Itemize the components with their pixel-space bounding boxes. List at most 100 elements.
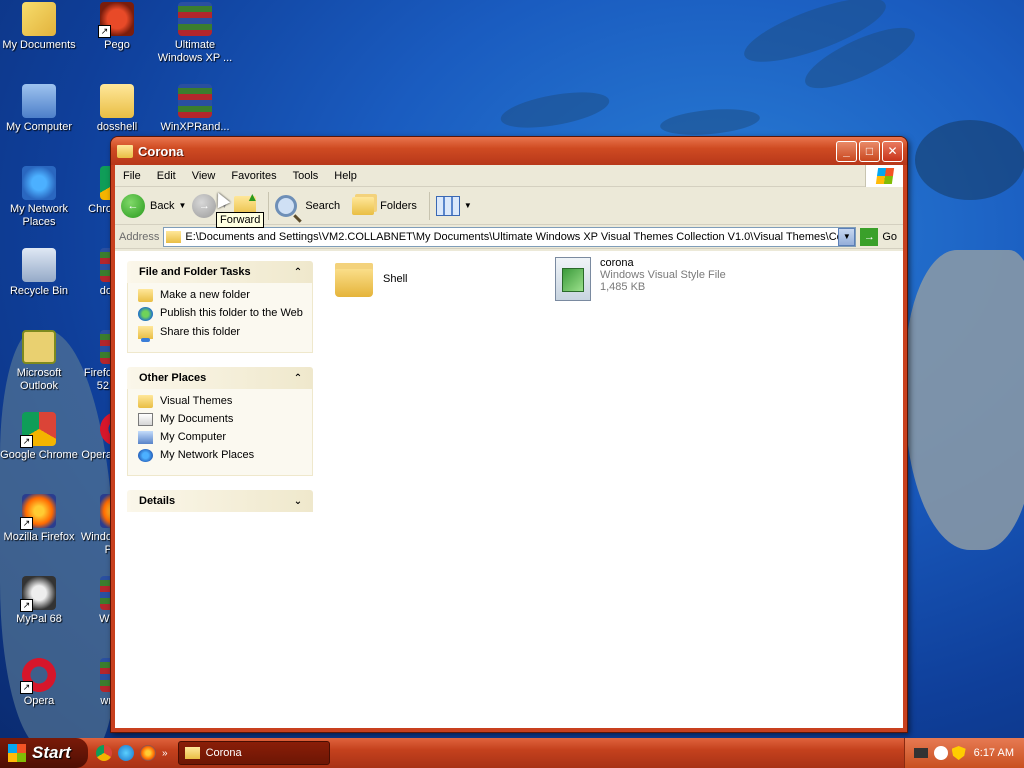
folder-icon: [166, 230, 182, 243]
new-folder-icon: [138, 289, 153, 302]
address-bar: Address E:\Documents and Settings\VM2.CO…: [115, 225, 903, 249]
background-fish: [498, 85, 612, 135]
file-item-shell[interactable]: Shell: [335, 263, 407, 297]
desktop-icon-chrome-partial[interactable]: Chro: [72, 166, 112, 216]
desktop-icon-winxprand[interactable]: WinXPRand...: [156, 84, 234, 134]
go-arrow-icon: →: [860, 227, 879, 246]
desktop-icon-wi-partial[interactable]: Wi: [72, 576, 112, 626]
desktop-icon-windo-partial[interactable]: Windo P: [72, 494, 112, 557]
desktop-icon-dosshell[interactable]: dosshell: [78, 84, 156, 134]
back-dropdown-icon[interactable]: ▼: [178, 201, 186, 210]
menu-bar: File Edit View Favorites Tools Help: [115, 165, 903, 187]
address-dropdown-icon[interactable]: ▼: [838, 227, 856, 246]
visual-style-file-icon: [555, 257, 591, 301]
volume-icon[interactable]: [933, 746, 948, 760]
recycle-bin-icon: [22, 248, 56, 282]
windows-flag-icon: [8, 744, 26, 762]
desktop-icon-mypal[interactable]: MyPal 68: [0, 576, 78, 626]
desktop-icon-opera-partial[interactable]: Opera: [72, 412, 112, 462]
file-folder-tasks-panel: File and Folder Tasks ⌃ Make a new folde…: [127, 261, 313, 353]
folders-button[interactable]: Folders: [352, 196, 417, 215]
chrome-icon: [20, 412, 56, 448]
toolbar-separator: [268, 191, 270, 220]
place-my-documents[interactable]: My Documents: [138, 413, 304, 426]
address-label: Address: [119, 230, 160, 243]
back-button[interactable]: ← Back ▼: [121, 193, 186, 218]
task-make-new-folder[interactable]: Make a new folder: [138, 289, 304, 302]
desktop-icon-outlook[interactable]: Microsoft Outlook: [0, 330, 78, 393]
pego-icon: [98, 2, 134, 38]
desktop-icon-pego[interactable]: Pego: [78, 2, 156, 52]
desktop-icon-do-partial[interactable]: do: [72, 248, 112, 298]
security-shield-icon[interactable]: [951, 746, 966, 760]
folders-icon: [352, 196, 375, 215]
clock[interactable]: 6:17 AM: [974, 747, 1014, 759]
keyboard-icon[interactable]: [913, 748, 928, 758]
window-body: File Edit View Favorites Tools Help ← Ba…: [115, 165, 903, 728]
collapse-chevron-icon[interactable]: ⌃: [291, 265, 305, 279]
desktop-icon-my-computer[interactable]: My Computer: [0, 84, 78, 134]
explorer-content: File and Folder Tasks ⌃ Make a new folde…: [115, 251, 903, 728]
taskbar: Start » Corona 6:17 AM: [0, 738, 1024, 768]
desktop-icon-network-places[interactable]: My Network Places: [0, 166, 78, 229]
my-computer-icon: [138, 431, 153, 444]
menu-favorites[interactable]: Favorites: [223, 170, 284, 182]
search-button[interactable]: Search: [275, 194, 340, 217]
chrome-icon[interactable]: [96, 745, 112, 761]
close-button[interactable]: ✕: [882, 140, 903, 162]
task-pane: File and Folder Tasks ⌃ Make a new folde…: [115, 251, 315, 728]
desktop-icon-opera[interactable]: Opera: [0, 658, 78, 708]
menu-edit[interactable]: Edit: [149, 170, 184, 182]
expand-chevron-icon[interactable]: ⌄: [291, 494, 305, 508]
background-fish: [659, 105, 761, 139]
desktop-icon-ultimate-winxp[interactable]: Ultimate Windows XP ...: [156, 2, 234, 65]
quick-launch-more-icon[interactable]: »: [162, 748, 168, 759]
task-publish-web[interactable]: Publish this folder to the Web: [138, 307, 304, 321]
task-share-folder[interactable]: Share this folder: [138, 326, 304, 342]
collapse-chevron-icon[interactable]: ⌃: [291, 371, 305, 385]
folder-icon: [335, 263, 373, 297]
menu-file[interactable]: File: [115, 170, 149, 182]
desktop-icon-mozilla-firefox[interactable]: Mozilla Firefox: [0, 494, 78, 544]
quick-launch: »: [96, 745, 174, 761]
taskbar-button-corona[interactable]: Corona: [177, 741, 330, 765]
share-folder-icon: [138, 326, 153, 342]
windows-logo-icon: [865, 165, 903, 187]
place-my-network-places[interactable]: My Network Places: [138, 449, 304, 462]
title-bar[interactable]: Corona _ □ ✕: [111, 137, 907, 165]
file-item-corona[interactable]: corona Windows Visual Style File 1,485 K…: [555, 257, 726, 301]
folder-icon: [138, 395, 153, 408]
views-dropdown-icon[interactable]: ▼: [464, 201, 472, 210]
folder-icon: [100, 84, 134, 118]
forward-tooltip: Forward: [216, 212, 265, 228]
firefox-icon: [20, 494, 56, 530]
folder-icon: [117, 144, 133, 158]
desktop-icon-google-chrome[interactable]: Google Chrome: [0, 412, 78, 462]
panel-header[interactable]: File and Folder Tasks ⌃: [127, 261, 313, 283]
panel-header[interactable]: Details ⌄: [127, 490, 313, 512]
publish-web-icon: [138, 307, 153, 321]
desktop-icon-firefox52-partial[interactable]: Firefo 52.: [72, 330, 112, 393]
desktop-icon-wr-partial[interactable]: wr: [72, 658, 112, 708]
panel-header[interactable]: Other Places ⌃: [127, 367, 313, 389]
menu-view[interactable]: View: [184, 170, 224, 182]
window-title: Corona: [138, 143, 184, 159]
start-button[interactable]: Start: [0, 738, 88, 768]
views-button[interactable]: ▼: [435, 195, 472, 216]
outlook-icon: [22, 330, 56, 364]
toolbar-separator: [428, 191, 430, 220]
menu-help[interactable]: Help: [326, 170, 365, 182]
internet-explorer-icon[interactable]: [118, 745, 134, 761]
go-button[interactable]: → Go: [860, 227, 897, 246]
mypal-icon: [20, 576, 56, 612]
maximize-button[interactable]: □: [859, 140, 880, 162]
desktop-icon-recycle-bin[interactable]: Recycle Bin: [0, 248, 78, 298]
network-places-icon: [138, 449, 153, 462]
minimize-button[interactable]: _: [836, 140, 857, 162]
place-visual-themes[interactable]: Visual Themes: [138, 395, 304, 408]
address-input[interactable]: E:\Documents and Settings\VM2.COLLABNET\…: [163, 226, 857, 247]
menu-tools[interactable]: Tools: [285, 170, 327, 182]
place-my-computer[interactable]: My Computer: [138, 431, 304, 444]
desktop-icon-my-documents[interactable]: My Documents: [0, 2, 78, 52]
firefox-icon[interactable]: [140, 745, 156, 761]
